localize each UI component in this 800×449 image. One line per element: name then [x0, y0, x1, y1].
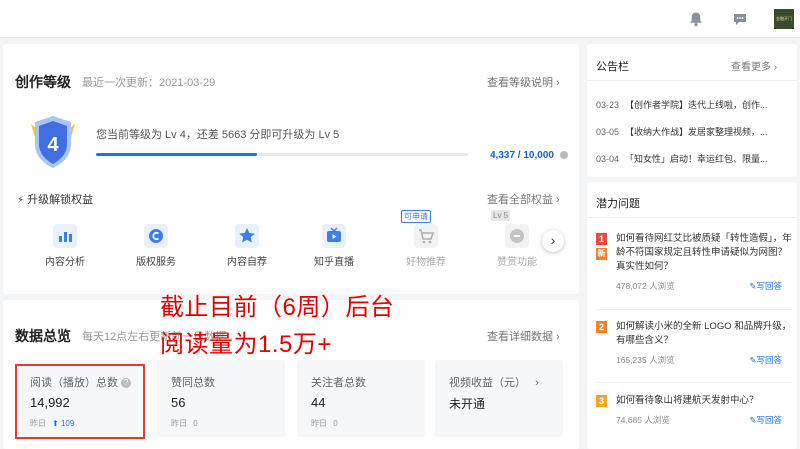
chevron-right-icon: › — [535, 377, 539, 389]
potential-questions-card: 潜力问题 1 新 如何看待网红艾比被质疑「转性造假」，年龄不符国家规定且转性申请… — [587, 182, 797, 449]
perk-label: 好物推荐 — [406, 257, 446, 268]
perk-live[interactable]: 知乎直播 — [304, 224, 364, 268]
star-icon — [235, 224, 259, 248]
cart-icon — [414, 224, 438, 248]
perk-label: 内容分析 — [45, 257, 85, 268]
perk-content-analysis[interactable]: 内容分析 — [35, 224, 95, 268]
question-text[interactable]: 如何解读小米的全新 LOGO 和品牌升级，有哪些含义？ — [616, 320, 792, 348]
stat-value: 56 — [171, 395, 186, 410]
notice-title: 公告栏 — [596, 61, 629, 73]
perk-goods[interactable]: 可申请 好物推荐 — [396, 210, 456, 268]
highlight-box — [15, 364, 145, 439]
perks-heading: ⚡ 升级解锁权益 — [17, 191, 93, 207]
question-text[interactable]: 如何看待网红艾比被质疑「转性造假」，年龄不符国家规定且转性申请疑似为网图？真实性… — [616, 232, 792, 274]
creator-level-card: 创作等级 最近一次更新：2021-03-29 查看等级说明 4 您当前等级为 L… — [3, 44, 579, 294]
bell-icon[interactable] — [688, 11, 704, 27]
question-meta: 478,072 人浏览 ✎写回答 — [616, 280, 782, 292]
chat-bubble-icon[interactable] — [732, 11, 748, 27]
live-tv-icon — [322, 224, 346, 248]
stat-followers[interactable]: 关注者总数 44 昨日 0 — [297, 360, 425, 437]
stat-likes[interactable]: 赞同总数 56 昨日 0 — [157, 360, 285, 437]
level-tag: Lv 5 — [491, 210, 511, 221]
write-answer-link[interactable]: ✎写回答 — [749, 414, 782, 426]
notice-board-card: 公告栏 查看更多 03-23【创作者学院】迭代上线啦，创作... 03-05【收… — [587, 44, 797, 177]
perks-more-link[interactable]: 查看全部权益 — [487, 191, 560, 207]
perk-self-recommend[interactable]: 内容自荐 — [217, 224, 277, 268]
question-item[interactable]: 3 如何看待象山将建航天发射中心？ 74,685 人浏览 ✎写回答 — [596, 394, 792, 426]
chart-icon — [53, 224, 77, 248]
notice-item[interactable]: 03-23 【创作者学院】迭代上线啦，创作... — [596, 98, 768, 111]
question-text[interactable]: 如何看待象山将建航天发射中心？ — [616, 394, 792, 408]
rank-badge: 2 — [596, 321, 607, 333]
top-bar: 金融开门 — [0, 0, 800, 38]
notice-item[interactable]: 03-05 【收纳大作战】发居家整理视频，... — [596, 125, 768, 138]
question-item[interactable]: 2 如何解读小米的全新 LOGO 和品牌升级，有哪些含义？ 165,235 人浏… — [596, 320, 792, 366]
notice-more-link[interactable]: 查看更多 — [731, 58, 777, 73]
stat-yesterday: 昨日 0 — [171, 419, 198, 428]
stat-label: 视频收益（元） › — [449, 377, 539, 389]
perk-label: 版权服务 — [136, 257, 176, 268]
level-progress-bar — [96, 153, 468, 156]
perks-title: 升级解锁权益 — [27, 194, 94, 206]
level-title: 创作等级 — [15, 74, 71, 90]
level-progress-fill — [96, 153, 258, 156]
info-icon[interactable] — [560, 151, 568, 159]
potential-title: 潜力问题 — [596, 198, 640, 210]
overview-title: 数据总览 — [15, 328, 71, 344]
perk-reward[interactable]: Lv 5 赞赏功能 — [487, 210, 547, 268]
question-meta: 74,685 人浏览 ✎写回答 — [616, 414, 782, 426]
apply-tag: 可申请 — [401, 210, 431, 223]
stat-label: 赞同总数 — [171, 377, 215, 389]
svg-text:4: 4 — [47, 134, 59, 156]
write-answer-link[interactable]: ✎写回答 — [749, 354, 782, 366]
question-meta: 165,235 人浏览 ✎写回答 — [616, 354, 782, 366]
divider — [587, 80, 797, 81]
level-points: 4,337 / 10,000 — [490, 150, 554, 161]
write-answer-link[interactable]: ✎写回答 — [749, 280, 782, 292]
overview-more-link[interactable]: 查看详细数据 — [487, 328, 560, 344]
copyright-icon — [144, 224, 168, 248]
annotation-line-1: 截止目前（6周）后台 — [160, 294, 395, 321]
level-badge-icon: 4 — [31, 116, 75, 168]
perk-label: 知乎直播 — [314, 257, 354, 268]
perk-label: 赞赏功能 — [497, 257, 537, 268]
level-updated: 最近一次更新：2021-03-29 — [82, 77, 216, 89]
annotation-line-2: 阅读量为1.5万+ — [160, 331, 332, 358]
notice-item[interactable]: 03-04 「知女性」启动！幸运红包、限量... — [596, 152, 768, 165]
stat-label: 关注者总数 — [311, 377, 366, 389]
rank-badge: 1 — [596, 233, 607, 245]
lightning-icon: ⚡ — [17, 195, 25, 206]
coin-icon — [505, 224, 529, 248]
perks-next-button[interactable]: › — [542, 230, 564, 252]
stat-video-income[interactable]: 视频收益（元） › 未开通 — [435, 360, 563, 437]
stat-value: 44 — [311, 395, 326, 410]
divider — [596, 309, 792, 310]
divider — [587, 217, 797, 218]
avatar[interactable]: 金融开门 — [774, 9, 794, 29]
new-badge: 新 — [596, 248, 607, 260]
question-item[interactable]: 1 新 如何看待网红艾比被质疑「转性造假」，年龄不符国家规定且转性申请疑似为网图… — [596, 232, 792, 292]
perk-label: 内容自荐 — [227, 257, 267, 268]
stat-value: 未开通 — [449, 397, 486, 411]
perk-copyright[interactable]: 版权服务 — [126, 224, 186, 268]
level-status-text: 您当前等级为 Lv 4，还差 5663 分即可升级为 Lv 5 — [96, 129, 340, 141]
level-more-link[interactable]: 查看等级说明 — [487, 74, 560, 90]
divider — [596, 382, 792, 383]
stat-yesterday: 昨日 0 — [311, 419, 338, 428]
rank-badge: 3 — [596, 395, 607, 407]
